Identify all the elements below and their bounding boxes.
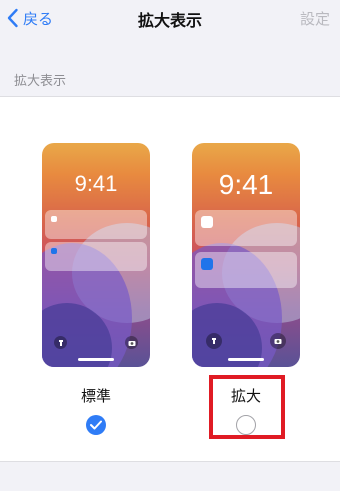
app-icon <box>201 216 213 228</box>
section-header: 拡大表示 <box>14 74 67 89</box>
zoom-options-card: 9:41 9:41 標準 拡大 <box>0 96 340 462</box>
lockscreen-clock: 9:41 <box>74 171 118 196</box>
flashlight-icon <box>206 333 222 349</box>
lockscreen-clock: 9:41 <box>218 169 274 200</box>
page-title: 拡大表示 <box>137 11 202 30</box>
checkmark-icon <box>90 420 102 430</box>
zoomed-preview-phone[interactable]: 9:41 <box>192 143 300 367</box>
notification-preview <box>195 210 297 246</box>
settings-button[interactable]: 設定 <box>300 8 330 29</box>
flashlight-icon <box>54 336 67 349</box>
home-indicator <box>228 358 264 361</box>
home-indicator <box>78 358 114 361</box>
standard-option-label: 標準 <box>80 387 111 405</box>
standard-radio-selected[interactable] <box>86 415 106 435</box>
notification-preview <box>195 252 297 288</box>
notification-preview <box>45 210 147 239</box>
app-icon <box>51 216 57 222</box>
navigation-bar: 戻る 拡大表示 設定 <box>0 0 340 40</box>
camera-icon <box>270 333 286 349</box>
notification-preview <box>45 242 147 271</box>
standard-preview-phone[interactable]: 9:41 <box>42 143 150 367</box>
highlight-box <box>209 375 285 439</box>
app-icon <box>201 258 213 270</box>
app-icon <box>51 248 57 254</box>
camera-icon <box>125 336 138 349</box>
